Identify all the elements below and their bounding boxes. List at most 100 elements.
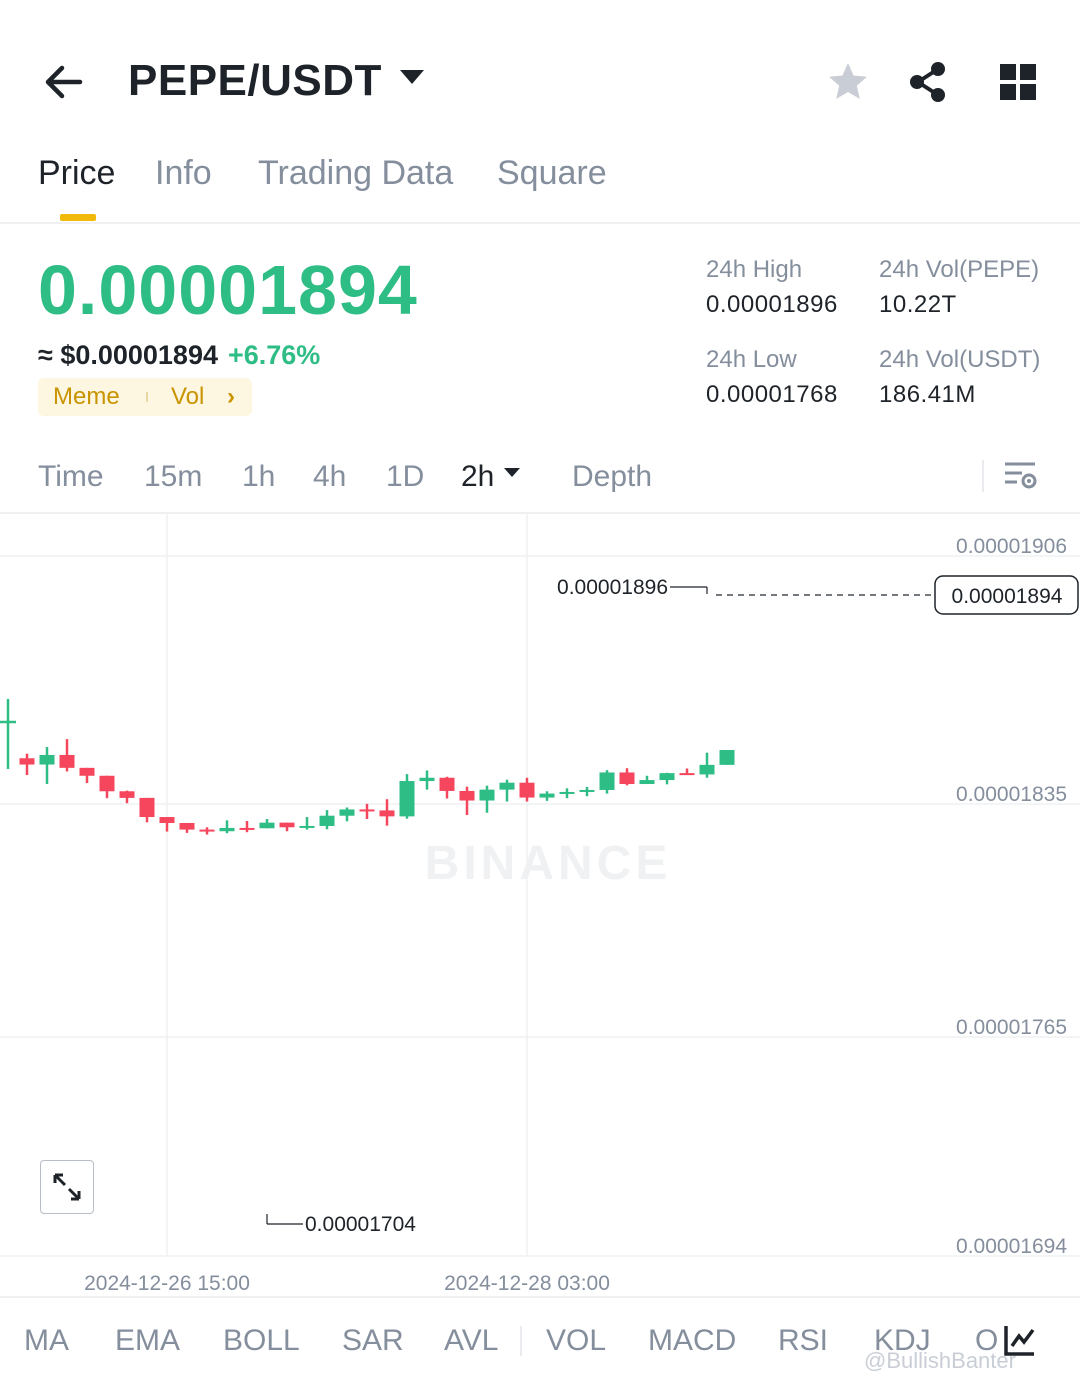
divider [520,1326,522,1356]
pair-selector[interactable]: PEPE/USDT [128,56,424,106]
candle-down [179,822,195,830]
candle-down [379,810,395,817]
candle-up [719,750,735,765]
tag-meme[interactable]: Meme [53,383,120,411]
candlestick-chart[interactable]: 0.00001906 0.00001835 0.00001765 0.00001694… [0,514,1080,1296]
arrow-left-icon[interactable] [40,58,88,106]
candle-down [139,797,155,818]
tag-vol[interactable]: Vol [171,383,204,411]
indicator-rsi[interactable]: RSI [778,1324,828,1358]
candle-up [659,773,675,781]
candle-down [439,777,455,791]
chevron-down-icon [399,70,424,85]
last-price-label: 0.00001894 [952,585,1063,608]
low-annotation: 0.00001704 [305,1213,416,1236]
y-tick-label: 0.00001906 [956,535,1067,558]
candle-up [219,827,235,832]
tag-divider [146,392,148,402]
indicator-sar[interactable]: SAR [342,1324,404,1358]
candle-down [459,790,475,801]
indicator-ma[interactable]: MA [24,1324,69,1358]
tab-square[interactable]: Square [497,154,607,193]
candle-down [59,754,75,768]
high-annotation: 0.00001896 [557,576,668,599]
tf-time[interactable]: Time [38,460,104,494]
candle-down [99,775,115,792]
tf-4h[interactable]: 4h [313,460,346,494]
tf-2h-label: 2h [461,460,495,493]
indicator-macd[interactable]: MACD [648,1324,736,1358]
vol-base-value: 10.22T [879,291,957,318]
candle-up [579,789,595,792]
star-icon[interactable] [826,60,870,104]
tf-1d[interactable]: 1D [386,460,424,494]
candle-down [679,773,695,776]
indicator-boll[interactable]: BOLL [223,1324,300,1358]
candle-down [19,758,35,765]
tf-depth[interactable]: Depth [572,460,652,494]
indicator-vol[interactable]: VOL [546,1324,606,1358]
vol-quote-label: 24h Vol(USDT) [879,346,1041,373]
chevron-down-icon [504,467,521,477]
high-value: 0.00001896 [706,291,838,318]
high-label: 24h High [706,256,803,283]
candle-up [259,822,275,829]
candle-down [359,809,375,812]
fiat-price-row: ≈ $0.00001894 +6.76% [38,340,320,371]
tab-info[interactable]: Info [155,154,212,193]
chevron-right-icon: › [227,383,235,410]
page-tabs: Price Info Trading Data Square [0,150,1080,224]
candle-down [159,817,175,823]
chart-watermark: BINANCE [425,837,672,890]
expand-icon[interactable] [40,1160,94,1214]
share-icon[interactable] [906,60,950,104]
candle-up [399,781,415,817]
y-tick-label: 0.00001694 [956,1235,1067,1258]
candle-down [119,791,135,798]
tab-trading-data[interactable]: Trading Data [258,154,453,193]
price-change: +6.76% [227,340,321,370]
tf-2h[interactable]: 2h [461,460,521,494]
vol-quote-value: 186.41M [879,381,976,408]
timeframe-bar: Time 15m 1h 4h 1D 2h Depth [0,440,1080,514]
x-tick-label: 2024-12-26 15:00 [84,1272,250,1295]
candle-up [339,809,355,816]
low-value: 0.00001768 [706,381,838,408]
candle-up [699,764,715,775]
last-price: 0.00001894 [38,251,418,329]
candle-up [539,793,555,798]
indicator-avl[interactable]: AVL [444,1324,498,1358]
candle-up [599,772,615,790]
candle-down [199,829,215,832]
candle-down [619,772,635,785]
candle-up [419,777,435,782]
active-tab-indicator [60,214,96,221]
candle-up [39,754,55,765]
candle-down [279,822,295,828]
candle-down [79,767,95,776]
chart-settings-icon[interactable] [1002,458,1038,494]
tf-15m[interactable]: 15m [144,460,202,494]
tf-1h[interactable]: 1h [242,460,275,494]
candle-up [559,791,575,794]
tab-price[interactable]: Price [38,154,115,193]
candle-up [479,789,495,801]
candle-up [319,815,335,826]
x-tick-label: 2024-12-28 03:00 [444,1272,610,1295]
grid-icon[interactable] [996,60,1040,104]
candle-down [519,782,535,798]
candle-up [499,782,515,790]
candle-down [239,827,255,830]
vol-base-label: 24h Vol(PEPE) [879,256,1040,283]
y-tick-label: 0.00001765 [956,1016,1067,1039]
divider [982,460,984,492]
fiat-price: ≈ $0.00001894 [38,340,218,370]
candle-up [299,825,315,828]
indicator-ema[interactable]: EMA [115,1324,180,1358]
top-bar: PEPE/USDT [0,30,1080,140]
low-label: 24h Low [706,346,797,373]
candle-up [639,780,655,785]
pair-title: PEPE/USDT [128,56,382,105]
y-tick-label: 0.00001835 [956,783,1067,806]
tag-pill[interactable]: Meme Vol › [38,378,252,416]
